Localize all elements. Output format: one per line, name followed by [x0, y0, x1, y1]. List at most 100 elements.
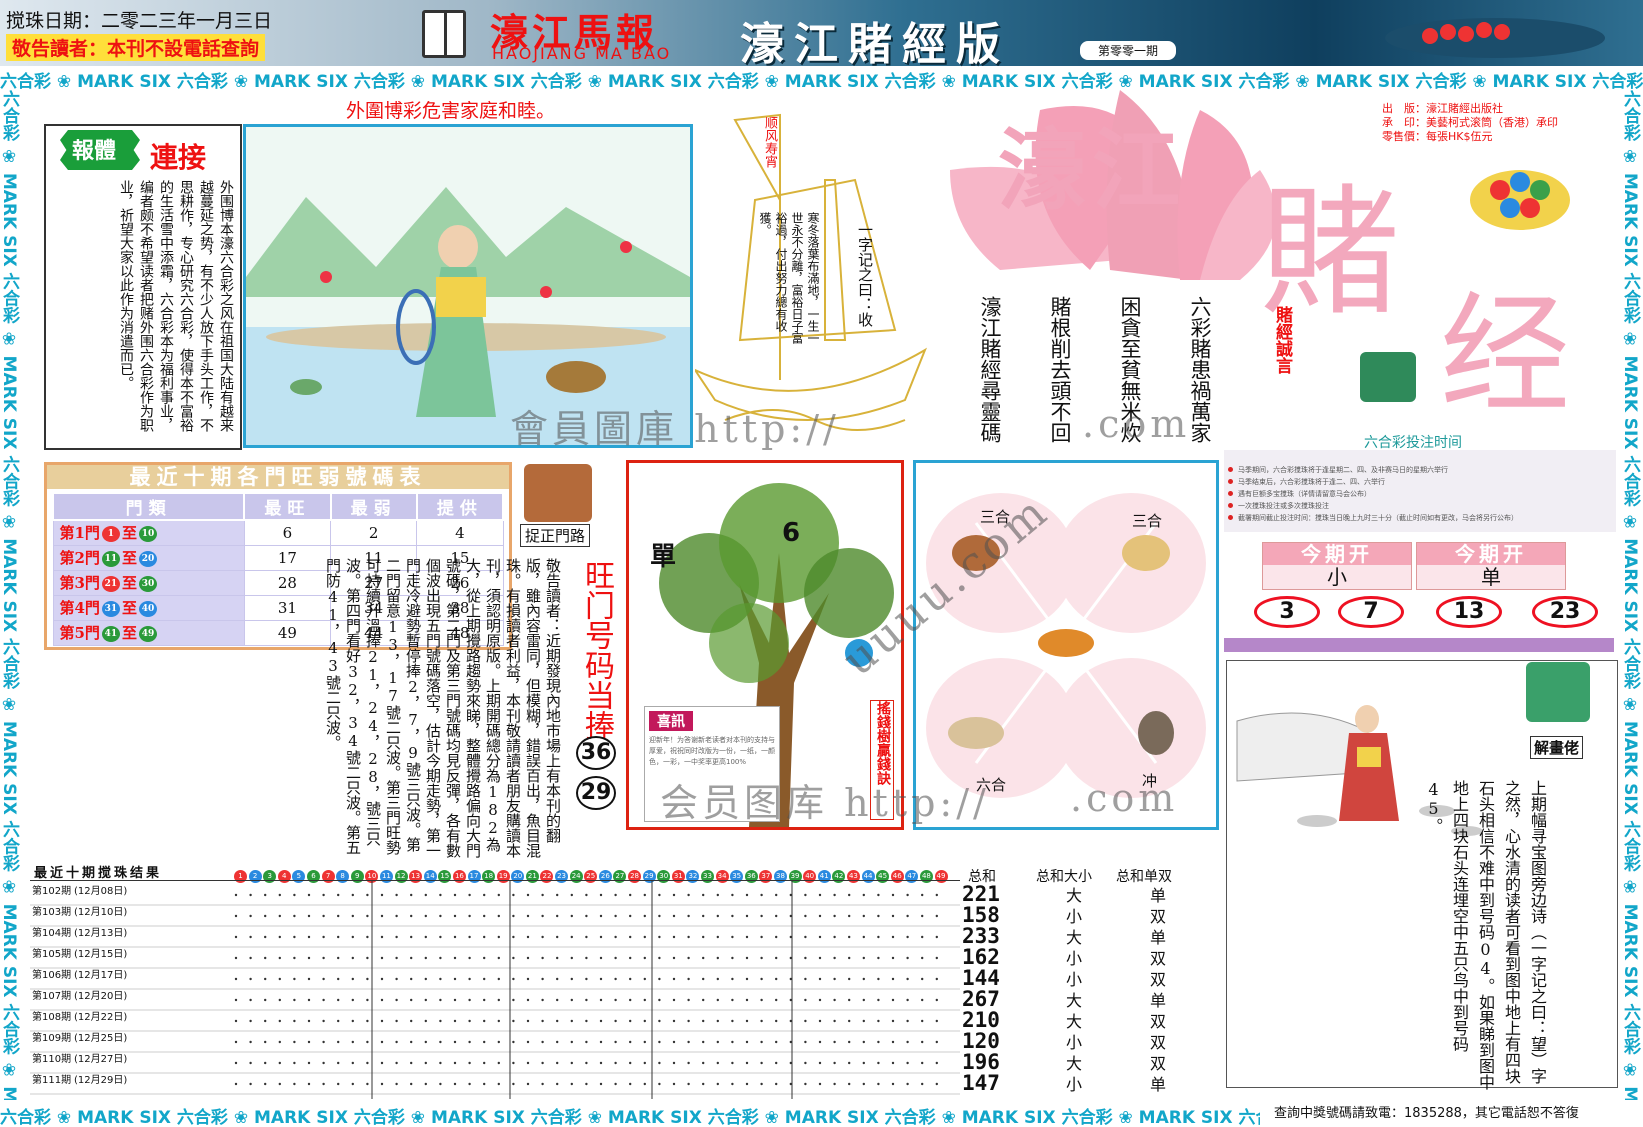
grid-dot: [731, 977, 734, 981]
grid-dot: [483, 893, 486, 897]
grid-dot: [848, 977, 851, 981]
grid-dot: [804, 1061, 807, 1065]
good-news-text: 迎新年！为答谢新老读者对本刊的支持与厚爱，祝祝同时改版为一份，一纸，一颜色，一彩…: [649, 736, 775, 766]
grid-dot: [526, 1040, 530, 1044]
grid-dot: [322, 1061, 325, 1065]
grid-dot: [775, 1040, 778, 1044]
grid-dot: [672, 914, 676, 918]
grid-dot: [716, 914, 719, 918]
grid-dot: [468, 1040, 471, 1044]
grid-dot: [453, 1019, 457, 1023]
grid-dot: [264, 1082, 267, 1086]
grid-dot: [526, 956, 530, 960]
grid-dot: [921, 914, 924, 918]
grid-dot: [424, 956, 427, 960]
grid-dot: [234, 998, 238, 1002]
bet-time-line: 一次搅珠投注或多次搅珠投注: [1224, 500, 1616, 512]
story-badge-text: 報體: [72, 139, 117, 164]
grid-dot: [278, 998, 281, 1002]
grid-dot: [935, 914, 938, 918]
grid-dot: [453, 1040, 457, 1044]
grid-dot: [293, 914, 296, 918]
grid-dot: [410, 998, 413, 1002]
grid-dot: [556, 935, 559, 939]
grid-dot: [293, 1061, 296, 1065]
grid-dot: [731, 914, 734, 918]
period-date: (12月17日): [74, 970, 128, 981]
grid-dot: [745, 935, 749, 939]
grid-dot: [833, 998, 836, 1002]
grid-dot: [439, 1082, 442, 1086]
grid-dot: [337, 893, 340, 897]
divider-bar: [1224, 638, 1614, 652]
grid-dot: [570, 998, 573, 1002]
grid-dot: [366, 935, 369, 939]
grid-dot: [687, 893, 690, 897]
grid-dot: [731, 1061, 734, 1065]
grid-dot: [599, 998, 603, 1002]
grid-dot: [497, 998, 500, 1002]
grid-dot: [716, 1019, 719, 1023]
grid-dot: [935, 1040, 938, 1044]
door-name: 第5門: [59, 624, 100, 642]
grid-dot: [468, 914, 471, 918]
grid-dot: [410, 956, 413, 960]
period-label: 第108期: [32, 1012, 72, 1023]
grid-dot: [731, 1040, 734, 1044]
grid-dot: [541, 914, 544, 918]
grid-dot: [745, 1082, 749, 1086]
grid-dot: [483, 914, 486, 918]
grid-dot: [395, 956, 398, 960]
grid-dot: [322, 935, 325, 939]
grid-dot: [658, 914, 661, 918]
grid-dot: [307, 893, 311, 897]
grid-dot: [643, 956, 646, 960]
grid-dot: [483, 1040, 486, 1044]
grid-dot: [775, 998, 778, 1002]
grid-dot: [672, 893, 676, 897]
grid-dot: [702, 1019, 705, 1023]
grid-dot: [541, 956, 544, 960]
grid-dot: [249, 1040, 252, 1044]
grid-dot: [818, 977, 822, 981]
grid-dot: [833, 1040, 836, 1044]
watermark: 會員圖庫 http://: [510, 407, 840, 451]
grid-dot: [702, 998, 705, 1002]
grid-dot: [380, 998, 384, 1002]
grid-dot: [935, 956, 938, 960]
grid-dot: [541, 1040, 544, 1044]
good-news-title: 喜訊: [649, 711, 693, 731]
boat-flag-text: 顺风寿宵: [762, 116, 777, 168]
grid-dot: [775, 893, 778, 897]
bet-time-line: 截署期间截止投注时间：搅珠当日晚上九时三十分（截止时间如有更改，马会将另行公布）: [1224, 512, 1616, 524]
open-card-label: 今期开: [1263, 543, 1411, 565]
grid-dot: [585, 935, 588, 939]
grid-dot: [731, 893, 734, 897]
grid-dot: [760, 1061, 763, 1065]
grid-dot: [366, 893, 369, 897]
grid-dot: [249, 914, 252, 918]
grid-dot: [804, 893, 807, 897]
grid-dot: [249, 935, 252, 939]
grid-dot: [731, 935, 734, 939]
grid-dot: [249, 977, 252, 981]
tree-right-label: 6: [782, 518, 801, 548]
grid-dot: [716, 1040, 719, 1044]
grid-dot: [264, 998, 267, 1002]
grid-dot: [921, 1019, 924, 1023]
grid-dot: [745, 893, 749, 897]
grid-dot: [307, 998, 311, 1002]
grid-dot: [614, 1082, 617, 1086]
grid-dot: [599, 1040, 603, 1044]
grid-dot: [716, 998, 719, 1002]
grid-dot: [906, 977, 909, 981]
grid-dot: [775, 1061, 778, 1065]
period-date: (12月22日): [74, 1012, 128, 1023]
poem-line: 賭根削去頭不回: [1048, 296, 1072, 443]
open-number: 13: [1436, 596, 1502, 628]
grid-dot: [702, 1061, 705, 1065]
grid-dot: [351, 956, 354, 960]
grid-dot: [439, 893, 442, 897]
logo-side-text: 賭經誠言: [1272, 306, 1292, 374]
grid-dot: [891, 893, 895, 897]
